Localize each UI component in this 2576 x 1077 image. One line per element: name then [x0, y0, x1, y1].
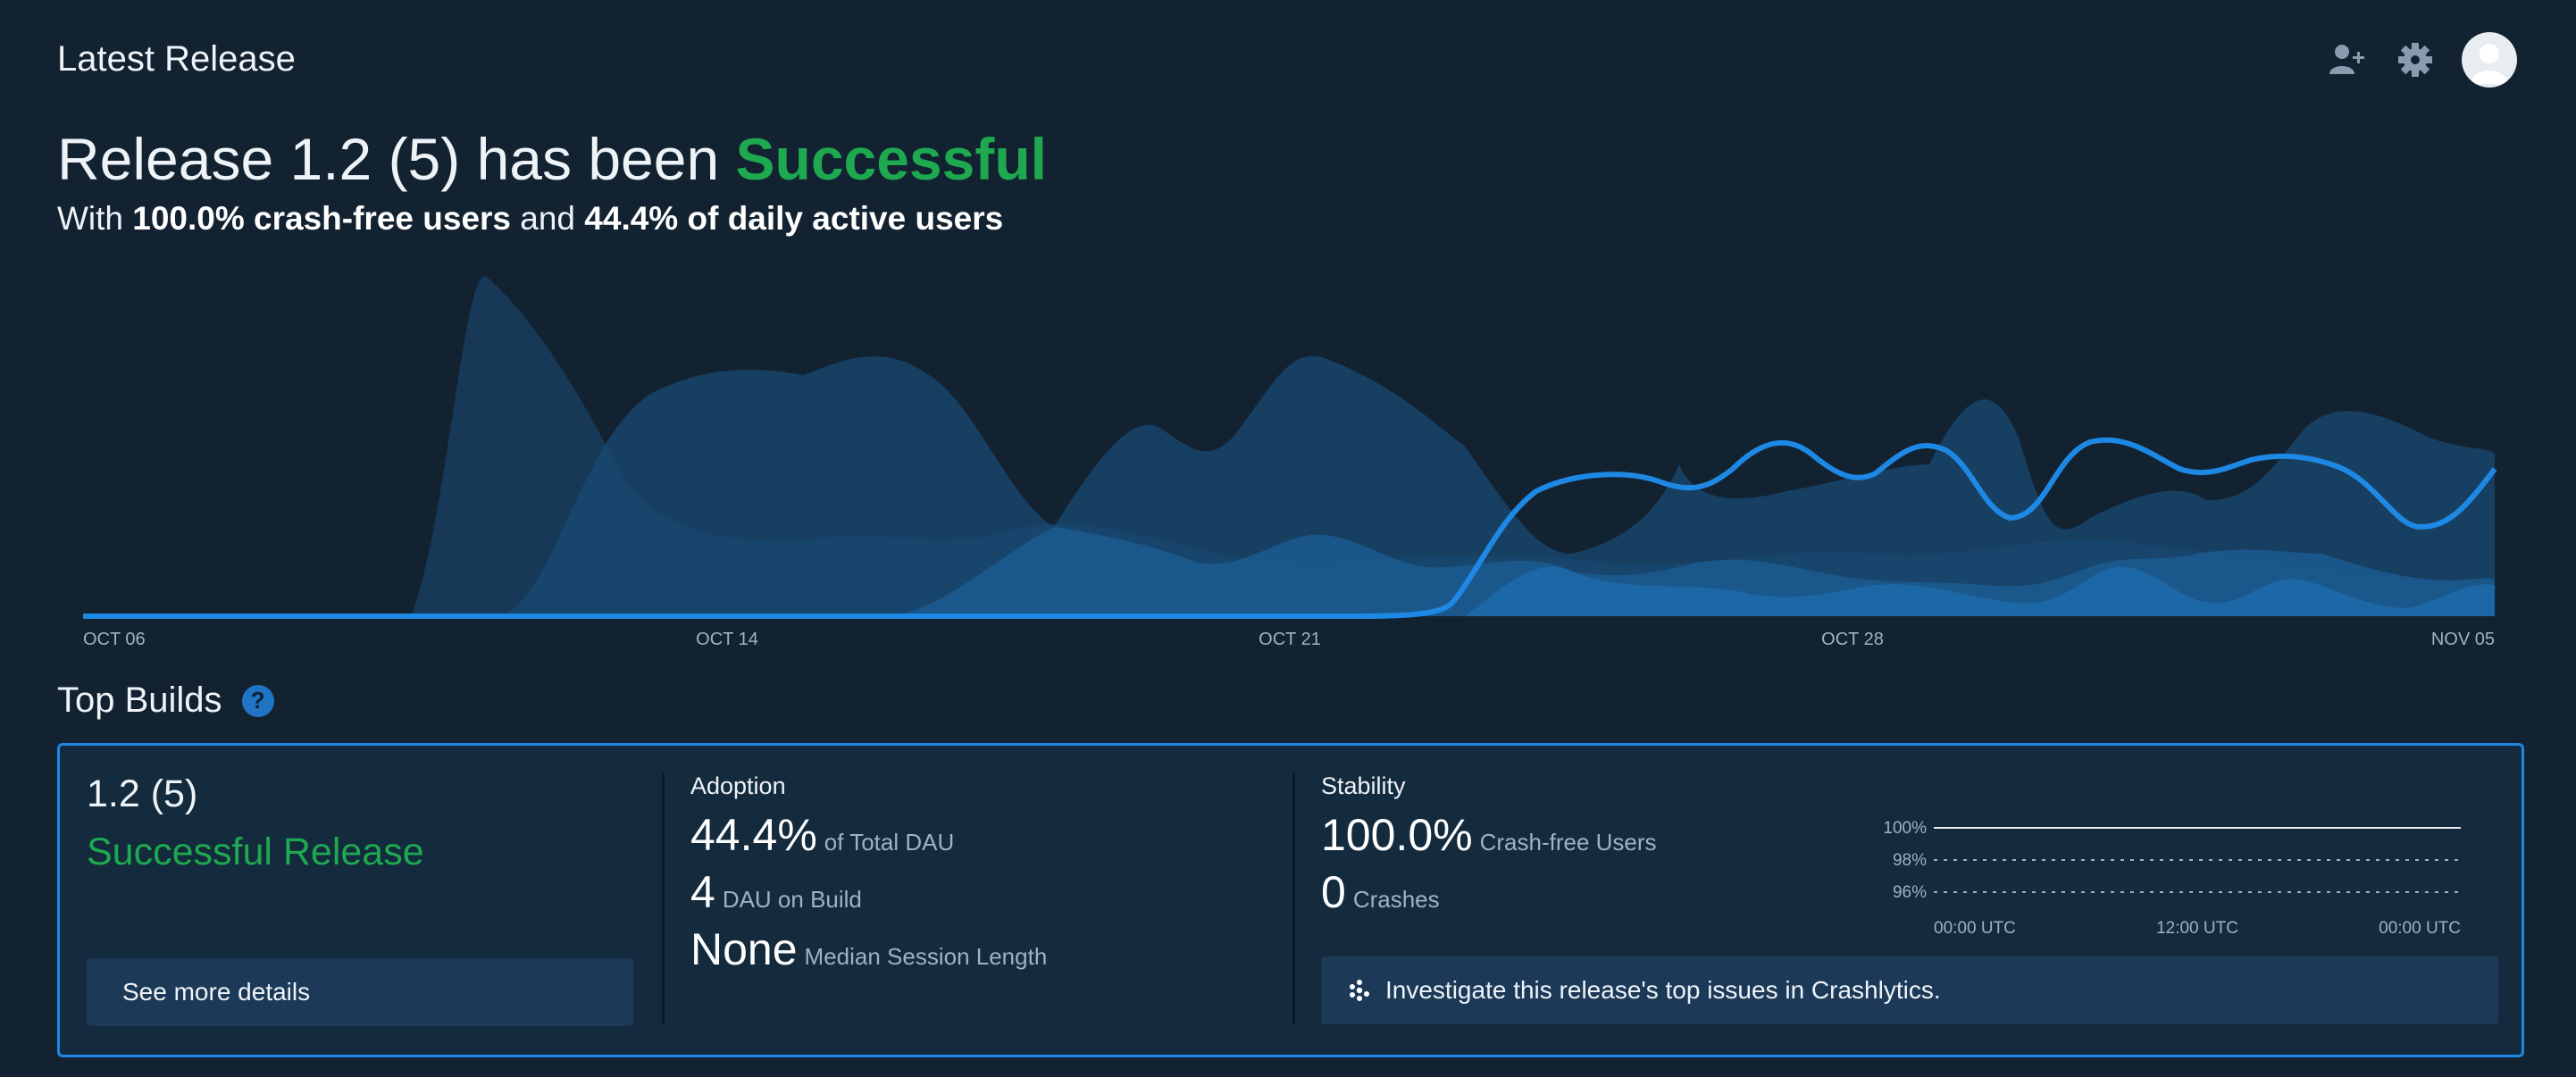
adoption-column: Adoption 44.4% of Total DAU 4 DAU on Build… — [690, 772, 1047, 975]
release-subline: With 100.0% crash-free users and 44.4% o… — [57, 200, 1003, 238]
dau-label: DAU on Build — [722, 886, 862, 913]
total-dau-label: of Total DAU — [824, 829, 955, 856]
mini-x-label-end: 00:00 UTC — [2379, 919, 2461, 933]
dau-summary: 44.4% of daily active users — [584, 200, 1004, 237]
headline-prefix: Release 1.2 (5) has been — [57, 126, 736, 192]
investigate-crashlytics-button[interactable]: Investigate this release's top issues in… — [1321, 956, 2498, 1024]
release-adoption-chart: OCT 06 OCT 14 OCT 21 OCT 28 NOV 05 — [0, 259, 2576, 652]
investigate-label: Investigate this release's top issues in… — [1385, 976, 1941, 1004]
subline-and: and — [511, 200, 585, 237]
subline-with: With — [57, 200, 133, 237]
top-builds-title: Top Builds — [57, 680, 222, 720]
session-label: Median Session Length — [804, 943, 1048, 970]
x-tick-oct06: OCT 06 — [83, 630, 146, 649]
top-toolbar — [2326, 32, 2517, 88]
dau-metric: 4 DAU on Build — [690, 866, 1047, 918]
adoption-label: Adoption — [690, 772, 786, 799]
crash-free-metric: 100.0% Crash-free Users — [1321, 809, 1657, 861]
release-headline: Release 1.2 (5) has been Successful — [57, 125, 1047, 193]
x-tick-oct21: OCT 21 — [1259, 630, 1321, 649]
x-tick-oct14: OCT 14 — [696, 630, 758, 649]
session-value: None — [690, 924, 798, 974]
column-divider — [662, 772, 665, 1024]
question-icon[interactable]: ? — [241, 684, 274, 717]
crashes-metric: 0 Crashes — [1321, 866, 1657, 918]
crashlytics-icon — [1350, 980, 1369, 1001]
gear-icon[interactable] — [2394, 38, 2437, 81]
crashes-value: 0 — [1321, 867, 1346, 917]
crash-free-label: Crash-free Users — [1479, 829, 1657, 856]
crashes-label: Crashes — [1352, 886, 1440, 913]
build-card: 1.2 (5) Successful Release See more deta… — [57, 743, 2524, 1057]
crash-free-value: 100.0% — [1321, 810, 1473, 860]
mini-y-label-96: 96% — [1893, 883, 1927, 902]
x-tick-oct28: OCT 28 — [1821, 630, 1884, 649]
stability-column: Stability 100.0% Crash-free Users 0 Crashe… — [1321, 772, 1657, 918]
session-metric: None Median Session Length — [690, 923, 1047, 975]
crash-free-summary: 100.0% crash-free users — [132, 200, 511, 237]
column-divider — [1292, 772, 1295, 1024]
mini-x-label-mid: 12:00 UTC — [2156, 919, 2238, 933]
avatar-icon — [2471, 44, 2508, 84]
add-user-icon[interactable] — [2326, 38, 2369, 81]
dau-value: 4 — [690, 867, 715, 917]
page-title: Latest Release — [57, 39, 296, 79]
mini-x-label-start: 00:00 UTC — [1934, 919, 2016, 933]
build-summary: 1.2 (5) Successful Release — [87, 772, 424, 874]
x-tick-nov05: NOV 05 — [2431, 630, 2495, 649]
top-builds-heading: Top Builds ? — [57, 680, 274, 721]
mini-y-label-100: 100% — [1883, 819, 1927, 838]
build-name: 1.2 (5) — [87, 772, 198, 815]
stability-label: Stability — [1321, 772, 1406, 799]
see-more-details-button[interactable]: See more details — [87, 958, 633, 1026]
total-dau-value: 44.4% — [690, 810, 817, 860]
stability-mini-chart: 100% 98% 96% 00:00 UTC 12:00 UTC 00:00 U… — [1882, 799, 2471, 938]
avatar[interactable] — [2462, 32, 2517, 88]
total-dau-metric: 44.4% of Total DAU — [690, 809, 1047, 861]
build-status: Successful Release — [87, 831, 424, 873]
mini-y-label-98: 98% — [1893, 851, 1927, 870]
headline-status: Successful — [735, 126, 1047, 192]
